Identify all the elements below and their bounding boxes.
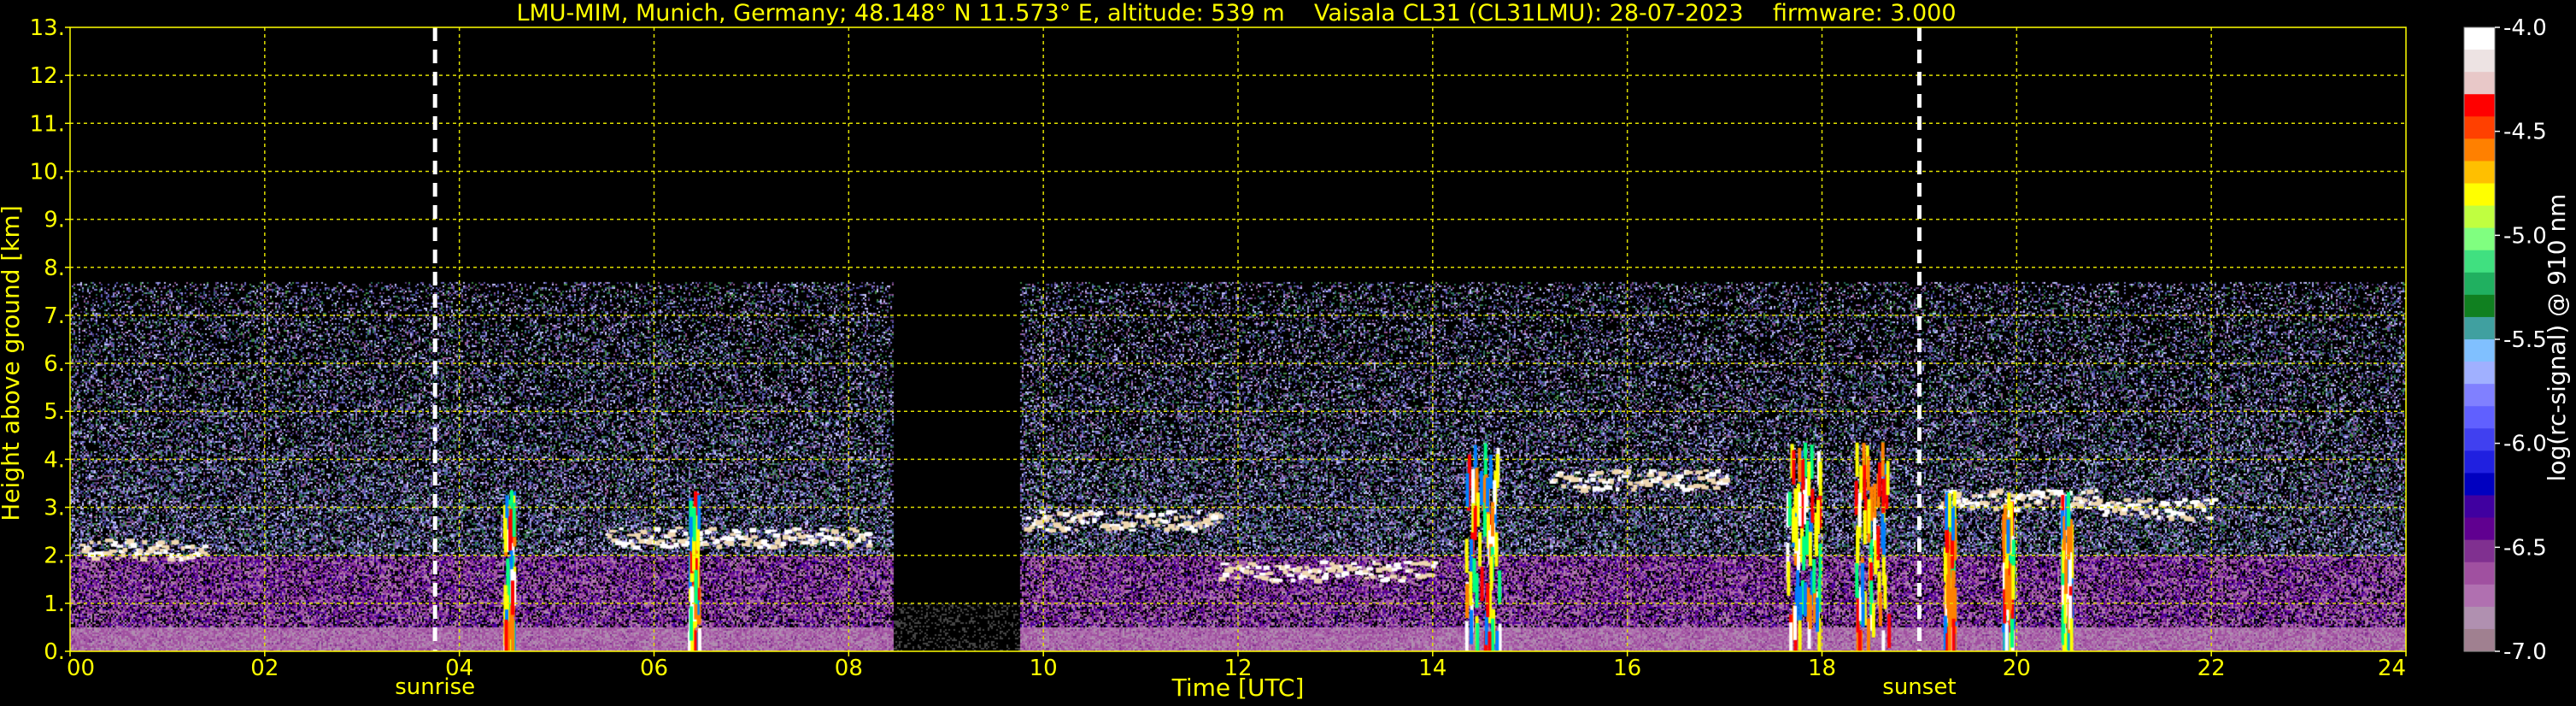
y-tick-label: 10. <box>30 159 65 185</box>
colorbar-swatch <box>2464 50 2495 73</box>
chart-title: LMU-MIM, Munich, Germany; 48.148° N 11.5… <box>516 0 1956 26</box>
colorbar-swatch <box>2464 27 2495 50</box>
x-tick-label: 02 <box>250 656 279 681</box>
x-tick-label: 16 <box>1613 656 1641 681</box>
colorbar-swatch <box>2464 250 2495 274</box>
colorbar-swatch <box>2464 450 2495 474</box>
colorbar-swatch <box>2464 406 2495 429</box>
colorbar-swatch <box>2464 562 2495 585</box>
colorbar-swatch <box>2464 428 2495 451</box>
y-tick-label: 7. <box>44 303 65 329</box>
colorbar-swatch <box>2464 628 2495 652</box>
y-axis-title: Height above ground [km] <box>0 205 25 521</box>
y-tick-label: 3. <box>44 496 65 521</box>
colorbar-tick-label: -5.5 <box>2503 327 2547 353</box>
colorbar-swatch <box>2464 584 2495 608</box>
colorbar-swatch <box>2464 272 2495 296</box>
colorbar-swatch <box>2464 495 2495 519</box>
colorbar-swatch <box>2464 384 2495 407</box>
colorbar-tick-label: -7.0 <box>2503 639 2547 665</box>
y-tick-label: 1. <box>44 591 65 617</box>
y-tick-label: 6. <box>44 351 65 377</box>
colorbar-swatch <box>2464 517 2495 541</box>
colorbar-swatch <box>2464 138 2495 162</box>
colorbar-swatch <box>2464 205 2495 229</box>
colorbar: -4.0 -4.5 -5.0 -5.5 -6.0 -6.5 -7.0 <box>2463 15 2547 665</box>
backscatter-heatmap <box>70 27 2406 651</box>
colorbar-swatch <box>2464 116 2495 139</box>
y-tick-label: 0. <box>44 639 65 665</box>
x-tick-label: 04 <box>445 656 473 681</box>
x-tick-label: 18 <box>1808 656 1836 681</box>
colorbar-swatch <box>2464 94 2495 117</box>
x-tick-label: 08 <box>835 656 863 681</box>
colorbar-swatch <box>2464 339 2495 362</box>
colorbar-swatch <box>2464 227 2495 251</box>
colorbar-tick-label: -6.5 <box>2503 535 2547 561</box>
colorbar-tick-label: -4.5 <box>2503 120 2547 145</box>
colorbar-swatch <box>2464 183 2495 207</box>
colorbar-swatch <box>2464 473 2495 497</box>
y-tick-label: 5. <box>44 399 65 425</box>
colorbar-swatch <box>2464 294 2495 318</box>
x-tick-label: 20 <box>2003 656 2031 681</box>
y-tick-label: 12. <box>30 63 65 89</box>
x-tick-label: 06 <box>640 656 668 681</box>
sunset-label: sunset <box>1882 674 1956 700</box>
x-axis-title: Time [UTC] <box>1171 674 1305 702</box>
y-tick-label: 9. <box>44 208 65 233</box>
colorbar-swatch <box>2464 606 2495 630</box>
colorbar-swatch <box>2464 316 2495 340</box>
colorbar-tick-label: -6.0 <box>2503 432 2547 457</box>
x-tick-label: 14 <box>1418 656 1446 681</box>
y-tick-label: 11. <box>30 111 65 137</box>
x-tick-label: 00 <box>67 656 95 681</box>
y-tick-label: 2. <box>44 544 65 569</box>
y-tick-label: 8. <box>44 256 65 281</box>
colorbar-title: log(rc-signal) @ 910 nm <box>2543 194 2571 482</box>
ceilometer-chart: sunrise sunset 00 02 04 06 08 10 12 14 16 18 20 22 24… <box>0 0 2571 702</box>
x-tick-label: 22 <box>2198 656 2226 681</box>
x-tick-label: 24 <box>2378 656 2406 681</box>
plot-area <box>70 27 2406 651</box>
colorbar-swatch <box>2464 72 2495 95</box>
y-tick-label: 13. <box>30 15 65 41</box>
x-tick-label: 10 <box>1030 656 1058 681</box>
colorbar-swatch <box>2464 539 2495 563</box>
colorbar-swatch <box>2464 362 2495 385</box>
y-tick-label: 4. <box>44 447 65 473</box>
colorbar-tick-label: -5.0 <box>2503 223 2547 249</box>
colorbar-swatch <box>2464 161 2495 185</box>
colorbar-tick-label: -4.0 <box>2503 15 2547 41</box>
